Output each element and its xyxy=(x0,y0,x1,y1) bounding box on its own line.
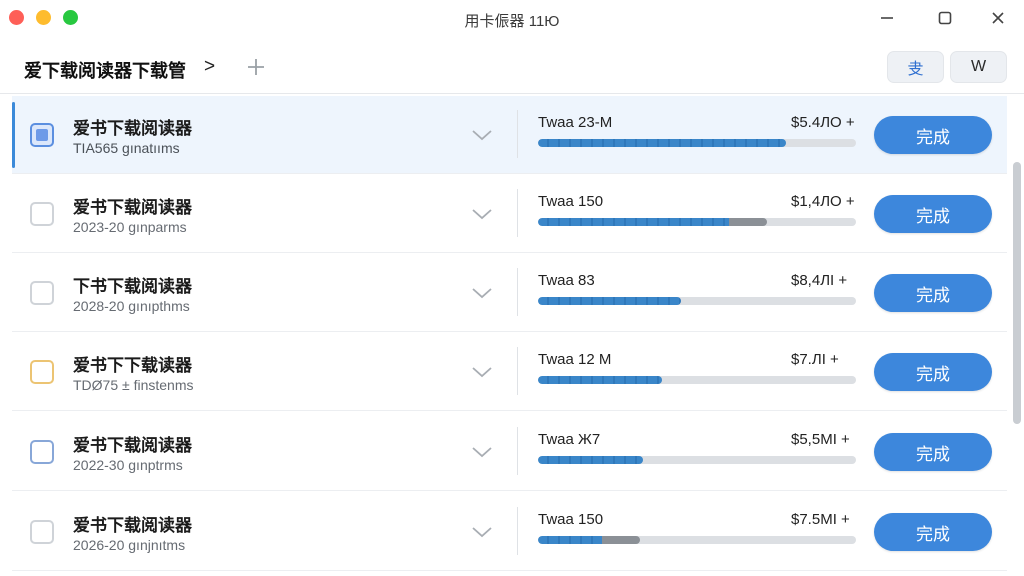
chevron-down-icon[interactable] xyxy=(470,440,494,464)
item-price: $1,4ЛO + xyxy=(791,193,855,210)
selection-indicator xyxy=(12,102,15,168)
add-tab-button[interactable] xyxy=(244,55,268,79)
item-meta: 2028-20 gınıpthms xyxy=(73,298,190,314)
file-size: Twaa 150 xyxy=(538,193,604,210)
item-price: $7.ЛI + xyxy=(791,351,839,368)
row-checkbox[interactable] xyxy=(30,520,54,544)
file-size: Twaa 83 xyxy=(538,272,595,289)
item-meta: 2022-30 gınptrms xyxy=(73,457,183,473)
progress-bar xyxy=(538,139,856,147)
chevron-down-icon[interactable] xyxy=(470,520,494,544)
done-button[interactable]: 完成 xyxy=(874,274,992,312)
item-meta: 2026-20 gınjnıtms xyxy=(73,537,186,553)
progress-buffer xyxy=(729,218,767,226)
download-row[interactable]: 爱书下载阅读器 2022-30 gınptrms Twaa Ж7 $5,5MI … xyxy=(12,413,1007,491)
divider xyxy=(517,110,518,158)
divider xyxy=(517,268,518,316)
item-name: 爱书下载阅读器 xyxy=(73,436,192,455)
download-row[interactable]: 爱书下载阅读器 TIA565 gınatııms Twaa 23-M $5.4Л… xyxy=(12,96,1007,174)
progress-bar xyxy=(538,218,856,226)
item-price: $5,5MI + xyxy=(791,431,850,448)
progress-fill xyxy=(538,297,681,305)
chevron-down-icon[interactable] xyxy=(470,202,494,226)
file-size: Twaa 12 M xyxy=(538,351,612,368)
progress-buffer xyxy=(602,536,640,544)
progress-fill xyxy=(538,536,602,544)
close-icon[interactable] xyxy=(986,8,1010,28)
window-title: 用卡侲器 11Ю xyxy=(464,13,560,30)
item-meta: TIA565 gınatııms xyxy=(73,140,180,156)
divider xyxy=(517,427,518,475)
progress-bar xyxy=(538,536,856,544)
item-price: $8,4ЛI + xyxy=(791,272,848,289)
done-button[interactable]: 完成 xyxy=(874,513,992,551)
download-list: 爱书下载阅读器 TIA565 gınatııms Twaa 23-M $5.4Л… xyxy=(0,96,1010,576)
chevron-down-icon[interactable] xyxy=(470,360,494,384)
item-name: 爱书下下载读器 xyxy=(73,356,192,375)
row-checkbox[interactable] xyxy=(30,281,54,305)
breadcrumb[interactable]: 爱下载阅读器下载管 xyxy=(24,57,186,83)
item-name: 爱书下载阅读器 xyxy=(73,198,192,217)
maximize-icon[interactable] xyxy=(933,8,957,28)
chevron-right-icon[interactable]: > xyxy=(204,56,215,78)
view-toggle-button-a[interactable]: 叏 xyxy=(887,51,944,83)
progress-fill xyxy=(538,376,662,384)
progress-bar xyxy=(538,376,856,384)
file-size: Twaa 23-M xyxy=(538,114,613,131)
progress-fill xyxy=(538,139,786,147)
minimize-icon[interactable] xyxy=(875,8,899,28)
divider xyxy=(517,507,518,555)
done-button[interactable]: 完成 xyxy=(874,433,992,471)
progress-bar xyxy=(538,456,856,464)
file-size: Twaa Ж7 xyxy=(538,431,601,448)
item-meta: TDØ75 ± finstenms xyxy=(73,377,194,393)
chevron-down-icon[interactable] xyxy=(470,123,494,147)
item-name: 爱书下载阅读器 xyxy=(73,516,192,535)
scrollbar[interactable] xyxy=(1013,162,1021,424)
title-bar: 用卡侲器 11Ю xyxy=(0,0,1024,38)
file-size: Twaa 150 xyxy=(538,511,604,528)
view-toggle-button-b[interactable]: W xyxy=(950,51,1007,83)
divider xyxy=(517,189,518,237)
progress-fill xyxy=(538,218,729,226)
item-price: $7.5MI + xyxy=(791,511,850,528)
row-checkbox[interactable] xyxy=(30,123,54,147)
done-button[interactable]: 完成 xyxy=(874,195,992,233)
progress-bar xyxy=(538,297,856,305)
row-checkbox[interactable] xyxy=(30,202,54,226)
done-button[interactable]: 完成 xyxy=(874,353,992,391)
chevron-down-icon[interactable] xyxy=(470,281,494,305)
download-row[interactable]: 下书下载阅读器 2028-20 gınıpthms Twaa 83 $8,4ЛI… xyxy=(12,254,1007,332)
download-row[interactable]: 爱书下下载读器 TDØ75 ± finstenms Twaa 12 M $7.Л… xyxy=(12,333,1007,411)
done-button[interactable]: 完成 xyxy=(874,116,992,154)
item-price: $5.4ЛO + xyxy=(791,114,855,131)
row-checkbox[interactable] xyxy=(30,440,54,464)
row-checkbox[interactable] xyxy=(30,360,54,384)
download-row[interactable]: 爱书下载阅读器 2023-20 gınparms Twaa 150 $1,4ЛO… xyxy=(12,175,1007,253)
progress-fill xyxy=(538,456,643,464)
item-name: 下书下载阅读器 xyxy=(73,277,192,296)
download-row[interactable]: 爱书下载阅读器 2026-20 gınjnıtms Twaa 150 $7.5M… xyxy=(12,493,1007,571)
item-name: 爱书下载阅读器 xyxy=(73,119,192,138)
plus-icon xyxy=(248,59,264,75)
divider xyxy=(517,347,518,395)
item-meta: 2023-20 gınparms xyxy=(73,219,187,235)
toolbar: 爱下载阅读器下载管 > 叏 W xyxy=(0,38,1024,94)
